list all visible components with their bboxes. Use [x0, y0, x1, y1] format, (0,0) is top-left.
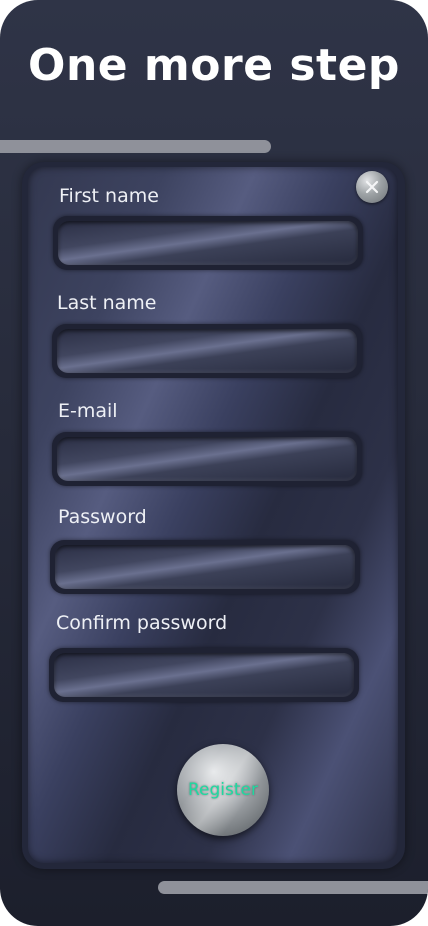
password-input[interactable] — [55, 545, 355, 589]
last-name-label: Last name — [57, 292, 157, 314]
first-name-input[interactable] — [58, 221, 358, 265]
confirm-password-field-frame — [49, 648, 359, 702]
first-name-label: First name — [59, 185, 159, 207]
page-title: One more step — [28, 40, 400, 91]
close-button[interactable] — [356, 171, 388, 203]
email-field-frame — [52, 432, 362, 486]
password-field-frame — [50, 540, 360, 594]
last-name-input[interactable] — [57, 329, 357, 373]
decorative-bar-top — [0, 140, 271, 153]
password-label: Password — [58, 506, 147, 528]
confirm-password-label: Confirm password — [56, 612, 228, 634]
confirm-password-input[interactable] — [54, 653, 354, 697]
register-button[interactable]: Register — [177, 744, 269, 836]
decorative-bar-bottom — [158, 881, 428, 894]
register-button-label: Register — [188, 780, 258, 800]
first-name-field-frame — [53, 216, 363, 270]
registration-screen: One more step First name Last name E-mai… — [0, 0, 428, 926]
email-input[interactable] — [57, 437, 357, 481]
last-name-field-frame — [52, 324, 362, 378]
email-label: E-mail — [58, 400, 118, 422]
close-icon — [365, 180, 379, 194]
